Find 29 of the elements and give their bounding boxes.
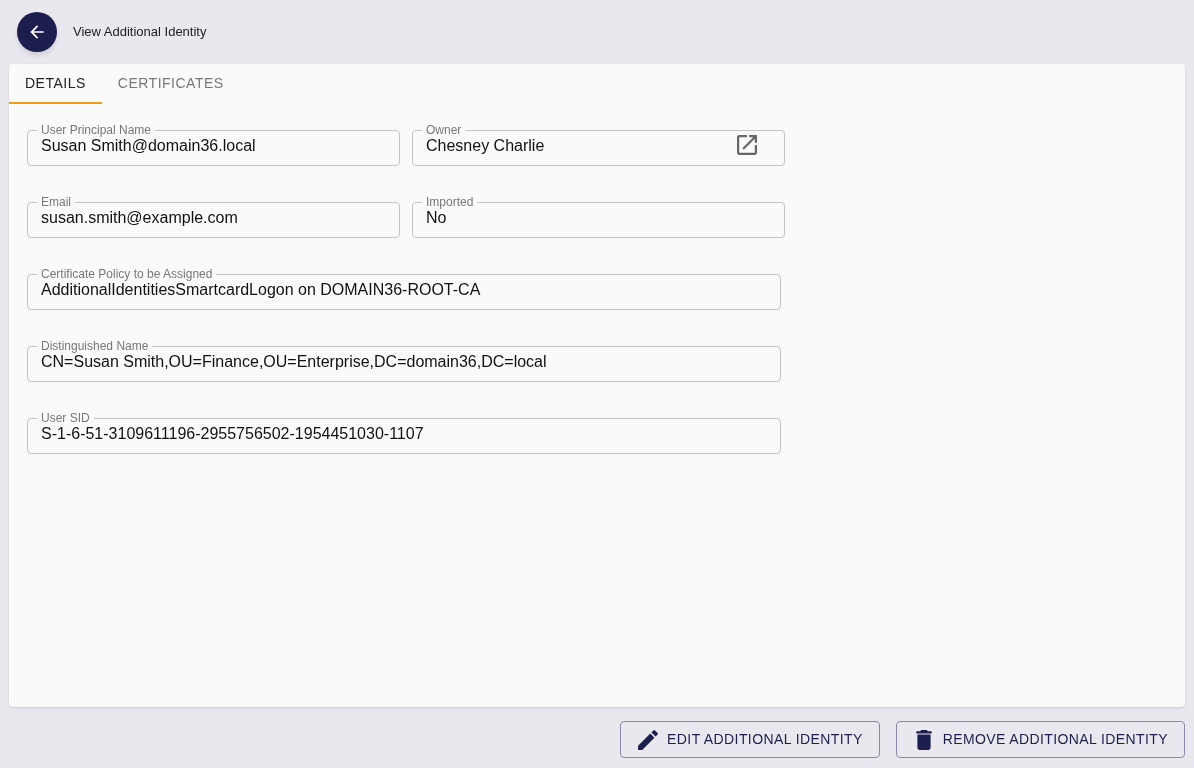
- form-field[interactable]: User Principal Name Susan Smith@domain36.local: [27, 123, 400, 166]
- field-label: Imported: [425, 195, 475, 209]
- open-external-icon[interactable]: [737, 135, 757, 155]
- form-field[interactable]: Distinguished Name CN=Susan Smith,OU=Finance,OU=Enterprise,DC=domain36,DC=local: [27, 339, 781, 382]
- form-field[interactable]: Imported No: [412, 195, 785, 238]
- tab[interactable]: CERTIFICATES: [101, 64, 240, 104]
- form-field[interactable]: User SID S-1-6-51-3109611196-2955756502-1954451030-1107: [27, 411, 781, 454]
- field-value: AdditionalIdentitiesSmartcardLogon on DOMAIN36-ROOT-CA: [41, 281, 482, 300]
- field-value: S-1-6-51-3109611196-2955756502-1954451030-1107: [41, 424, 425, 444]
- edit-pencil-icon: [637, 728, 660, 751]
- form-field[interactable]: Certificate Policy to be Assigned AdditionalIdentitiesSmartcardLogon on DOMAIN36-ROOT-CA: [27, 267, 781, 310]
- field-label: User Principal Name: [40, 123, 153, 137]
- form-field[interactable]: Owner Chesney Charlie: [412, 123, 785, 166]
- field-label: Owner: [425, 123, 463, 137]
- field-value: No: [426, 209, 448, 228]
- field-label: Email: [40, 195, 72, 209]
- field-label: Distinguished Name: [40, 339, 150, 353]
- edit-button[interactable]: EDIT ADDITIONAL IDENTITY: [620, 721, 880, 758]
- field-label: User SID: [40, 411, 91, 425]
- field-value: CN=Susan Smith,OU=Finance,OU=Enterprise,DC=domain36,DC=local: [41, 353, 548, 372]
- tab[interactable]: DETAILS: [9, 64, 102, 104]
- field-value: susan.smith@example.com: [41, 208, 239, 228]
- page-title: View Additional Identity: [73, 23, 207, 42]
- field-value: Chesney Charlie: [426, 136, 546, 156]
- field-label: Certificate Policy to be Assigned: [40, 267, 214, 281]
- form-field[interactable]: Email susan.smith@example.com: [27, 195, 400, 238]
- remove-button[interactable]: REMOVE ADDITIONAL IDENTITY: [895, 721, 1185, 758]
- field-value: Susan Smith@domain36.local: [41, 137, 257, 156]
- back-button[interactable]: [17, 12, 57, 52]
